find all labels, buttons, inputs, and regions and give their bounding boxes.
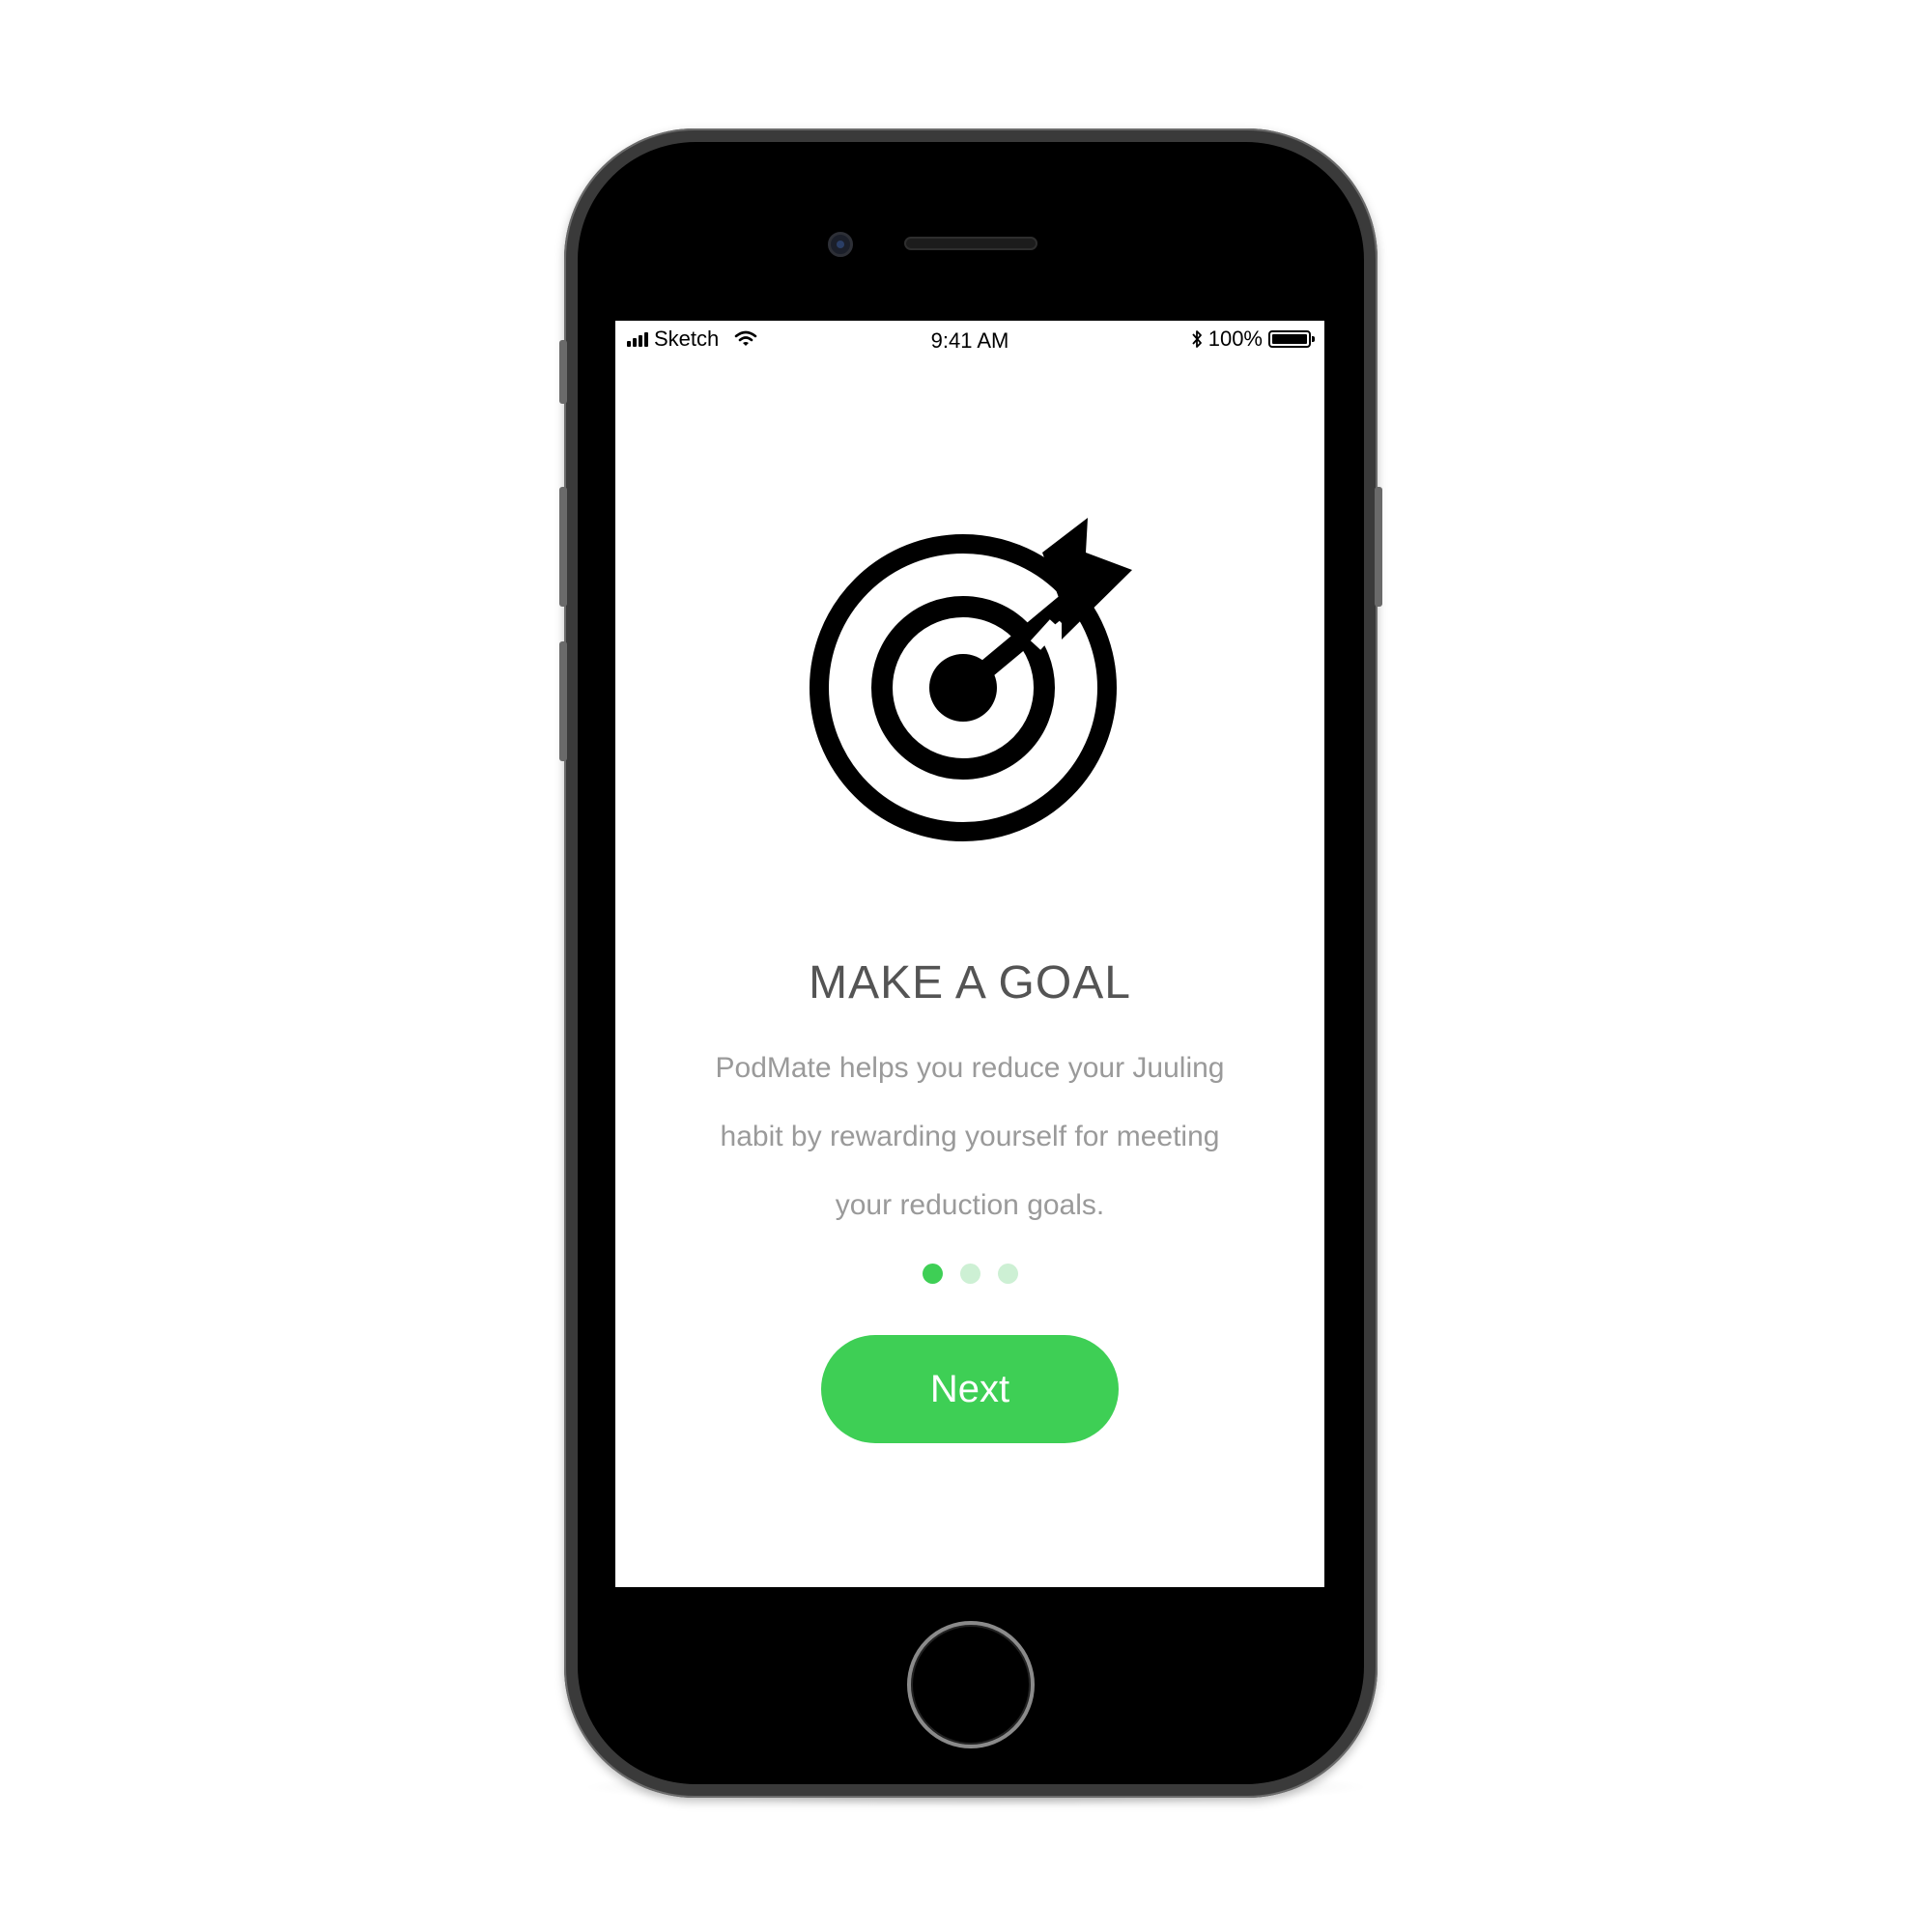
- bluetooth-icon: [1192, 330, 1202, 348]
- target-icon: [810, 518, 1132, 841]
- battery-percent: 100%: [1208, 327, 1263, 351]
- earpiece-speaker: [904, 237, 1037, 250]
- volume-up-button: [559, 487, 567, 607]
- page-dot-1[interactable]: [922, 1264, 943, 1284]
- description-line: habit by rewarding yourself for meeting: [720, 1121, 1220, 1152]
- mute-switch: [559, 340, 567, 404]
- page-dot-3[interactable]: [997, 1264, 1018, 1284]
- status-right: 100%: [1191, 327, 1315, 352]
- page-dot-2[interactable]: [959, 1264, 980, 1284]
- power-button: [1375, 487, 1382, 607]
- onboarding-description: PodMate helps you reduce your Juuling ha…: [680, 1034, 1260, 1239]
- description-line: your reduction goals.: [835, 1189, 1105, 1221]
- onboarding-title: MAKE A GOAL: [809, 957, 1131, 1009]
- next-button[interactable]: Next: [821, 1335, 1119, 1443]
- status-bar: Sketch 9:41 AM 100%: [615, 321, 1324, 359]
- volume-down-button: [559, 641, 567, 761]
- front-camera: [828, 232, 853, 257]
- home-button[interactable]: [907, 1621, 1035, 1748]
- page-indicator: [615, 1264, 1324, 1284]
- description-line: PodMate helps you reduce your Juuling: [715, 1052, 1225, 1084]
- app-screen: Sketch 9:41 AM 100% MAKE A GOAL PodMate …: [615, 321, 1324, 1587]
- battery-icon: [1268, 330, 1315, 348]
